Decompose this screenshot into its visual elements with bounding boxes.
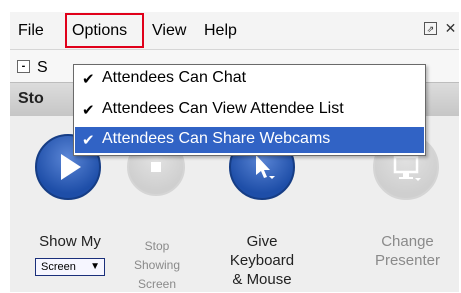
checkmark-icon: ✔ bbox=[82, 132, 95, 149]
menu-item-share-webcams[interactable]: ✔ Attendees Can Share Webcams bbox=[75, 127, 424, 153]
close-icon[interactable]: ✕ bbox=[444, 21, 457, 35]
give-label-line-1: Give bbox=[246, 233, 278, 250]
show-my-label: Show My bbox=[39, 233, 101, 250]
screen-select[interactable]: Screen ▼ bbox=[35, 258, 105, 276]
menu-item-attendees-chat[interactable]: ✔ Attendees Can Chat bbox=[75, 66, 424, 92]
stop-label-line-1: Stop bbox=[144, 239, 170, 253]
menu-file[interactable]: File bbox=[18, 22, 44, 40]
menu-item-attendee-list[interactable]: ✔ Attendees Can View Attendee List bbox=[75, 97, 424, 123]
header-label: Sto bbox=[18, 90, 44, 107]
menu-item-label: Attendees Can View Attendee List bbox=[102, 100, 344, 117]
stop-label-line-2: Showing bbox=[133, 258, 181, 272]
screen-select-value: Screen bbox=[41, 261, 76, 273]
checkmark-icon: ✔ bbox=[82, 71, 95, 88]
menu-bar: File Options View Help ⇗ ✕ bbox=[10, 12, 459, 49]
change-label: Change Presenter bbox=[360, 232, 455, 270]
change-label-line-1: Change bbox=[381, 233, 434, 250]
give-label: Give Keyboard & Mouse bbox=[216, 232, 308, 289]
app-panel: File Options View Help ⇗ ✕ - S Sto Show … bbox=[10, 12, 459, 292]
give-label-line-2: Keyboard bbox=[229, 252, 295, 269]
popout-icon[interactable]: ⇗ bbox=[424, 22, 437, 35]
stop-label: Stop Showing Screen bbox=[122, 237, 192, 292]
section-label: S bbox=[37, 59, 48, 76]
options-dropdown: ✔ Attendees Can Chat ✔ Attendees Can Vie… bbox=[73, 64, 426, 156]
checkmark-icon: ✔ bbox=[82, 102, 95, 119]
collapse-button[interactable]: - bbox=[17, 60, 30, 73]
menu-help[interactable]: Help bbox=[204, 22, 237, 40]
options-highlight-box bbox=[65, 13, 144, 48]
stop-label-line-3: Screen bbox=[137, 277, 177, 291]
give-label-line-3: & Mouse bbox=[232, 271, 292, 288]
menu-view[interactable]: View bbox=[152, 22, 186, 40]
change-label-line-2: Presenter bbox=[374, 252, 441, 269]
menu-item-label: Attendees Can Chat bbox=[102, 69, 247, 86]
menu-item-label: Attendees Can Share Webcams bbox=[102, 130, 331, 147]
chevron-down-icon: ▼ bbox=[90, 261, 100, 272]
